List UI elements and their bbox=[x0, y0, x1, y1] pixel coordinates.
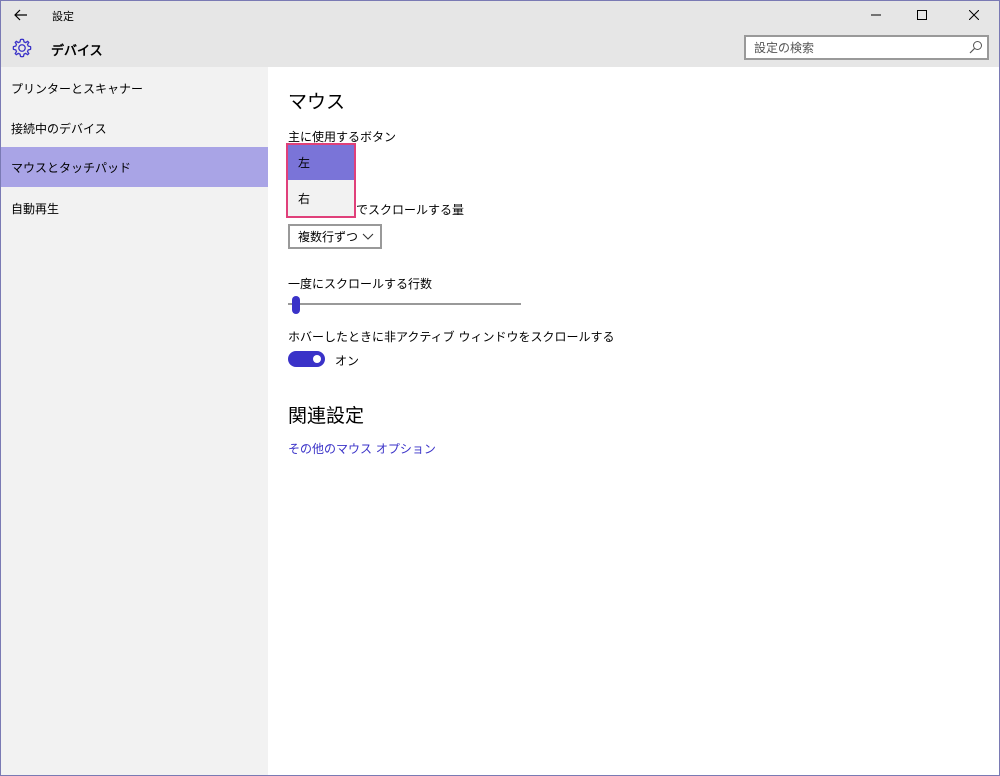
more-mouse-options-link[interactable]: その他のマウス オプション bbox=[288, 440, 436, 457]
search-input[interactable] bbox=[746, 37, 961, 58]
minimize-button[interactable] bbox=[853, 1, 899, 29]
section-title-related: 関連設定 bbox=[288, 405, 365, 427]
back-arrow-icon bbox=[14, 9, 27, 21]
sidebar-item-autoplay[interactable]: 自動再生 bbox=[1, 188, 268, 228]
sidebar-item-label: 接続中のデバイス bbox=[11, 121, 107, 136]
option-left[interactable]: 左 bbox=[288, 145, 354, 180]
gear-icon bbox=[12, 38, 32, 58]
sidebar-item-printers[interactable]: プリンターとスキャナー bbox=[1, 68, 268, 108]
sidebar-item-label: 自動再生 bbox=[11, 201, 60, 216]
lines-to-scroll-slider-thumb[interactable] bbox=[292, 296, 300, 314]
scroll-amount-select[interactable]: 複数行ずつ bbox=[288, 224, 382, 249]
option-right[interactable]: 右 bbox=[288, 181, 354, 216]
lines-to-scroll-slider-track[interactable] bbox=[288, 303, 521, 305]
lines-to-scroll-label: 一度にスクロールする行数 bbox=[288, 277, 433, 291]
minimize-icon bbox=[871, 14, 881, 16]
primary-button-dropdown[interactable]: 左 右 bbox=[286, 143, 356, 218]
search-icon[interactable] bbox=[969, 40, 983, 54]
toggle-state-label: オン bbox=[335, 354, 360, 368]
close-button[interactable] bbox=[951, 1, 997, 29]
toggle-knob bbox=[313, 355, 321, 363]
scroll-amount-label: でスクロールする量 bbox=[356, 203, 465, 217]
scroll-amount-value: 複数行ずつ bbox=[298, 230, 359, 244]
search-box[interactable] bbox=[744, 35, 989, 60]
sidebar: プリンターとスキャナー 接続中のデバイス マウスとタッチパッド 自動再生 bbox=[1, 67, 268, 775]
inactive-scroll-label: ホバーしたときに非アクティブ ウィンドウをスクロールする bbox=[288, 330, 615, 344]
close-icon bbox=[969, 10, 979, 20]
window-title: 設定 bbox=[52, 10, 74, 23]
page-title: デバイス bbox=[51, 44, 103, 59]
maximize-icon bbox=[917, 10, 927, 20]
settings-window: 設定 デバイス 設定の検索 プリンターとスキャナー 接続中のデバイス マウスとタ… bbox=[0, 0, 1000, 776]
sidebar-item-mouse-touchpad[interactable]: マウスとタッチパッド bbox=[1, 147, 268, 187]
sidebar-item-connected-devices[interactable]: 接続中のデバイス bbox=[1, 108, 268, 148]
page-header: デバイス bbox=[1, 29, 999, 67]
inactive-scroll-toggle[interactable] bbox=[288, 351, 325, 367]
back-button[interactable] bbox=[1, 1, 41, 29]
main-content: マウス 主に使用するボタン 左 右 でスクロールする量 複数行ずつ 一度にスクロ… bbox=[268, 67, 999, 775]
title-bar: 設定 bbox=[1, 1, 999, 29]
section-title-mouse: マウス bbox=[288, 91, 346, 113]
chevron-down-icon bbox=[362, 233, 374, 240]
sidebar-item-label: マウスとタッチパッド bbox=[11, 160, 132, 175]
maximize-button[interactable] bbox=[899, 1, 945, 29]
sidebar-item-label: プリンターとスキャナー bbox=[11, 81, 144, 96]
